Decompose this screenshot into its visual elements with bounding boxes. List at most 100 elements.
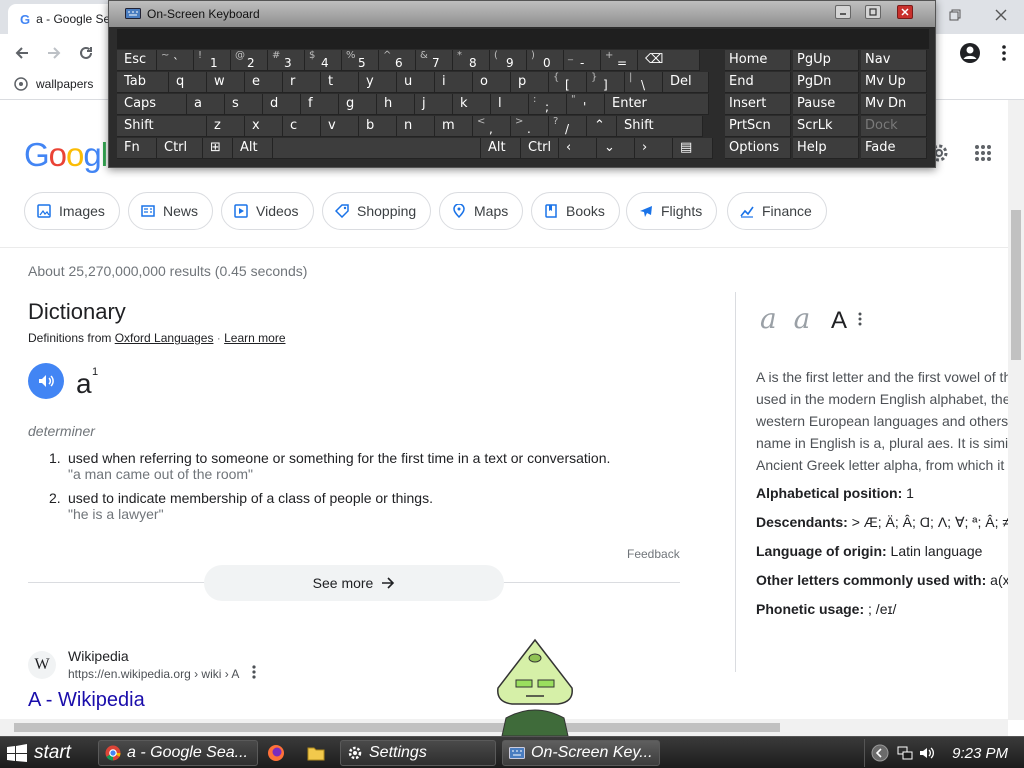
panel-options-button[interactable]: [858, 312, 862, 326]
fact-label[interactable]: Other letters commonly used with:: [756, 572, 986, 588]
volume-icon[interactable]: [919, 745, 935, 761]
close-window-button[interactable]: [978, 0, 1024, 30]
key-p[interactable]: p: [511, 72, 549, 93]
key-insert[interactable]: Insert: [725, 94, 791, 115]
chip-images[interactable]: Images: [24, 192, 120, 230]
key-x[interactable]: x: [245, 116, 283, 137]
key-ctrl[interactable]: Ctrl: [521, 138, 559, 159]
key-v[interactable]: v: [321, 116, 359, 137]
bookmark-wallpapers[interactable]: wallpapers: [14, 77, 93, 91]
key-[interactable]: ⊞: [203, 138, 233, 159]
key-2[interactable]: @2: [231, 50, 268, 71]
browser-menu-button[interactable]: [990, 39, 1018, 67]
chip-maps[interactable]: Maps: [439, 192, 524, 230]
key-m[interactable]: m: [435, 116, 473, 137]
key-pgup[interactable]: PgUp: [793, 50, 859, 71]
key-pgdn[interactable]: PgDn: [793, 72, 859, 93]
fact-value[interactable]: Latin language: [887, 543, 983, 559]
key-s[interactable]: s: [225, 94, 263, 115]
key-[interactable]: ~ `: [157, 50, 194, 71]
key-h[interactable]: h: [377, 94, 415, 115]
pronunciation-button[interactable]: [28, 363, 64, 399]
firefox-quicklaunch[interactable]: [265, 742, 287, 764]
key-[interactable]: ⌃: [587, 116, 617, 137]
learn-more-link[interactable]: Learn more: [224, 331, 285, 345]
key-6[interactable]: ^ 6: [379, 50, 416, 71]
result-options-button[interactable]: [252, 665, 256, 679]
restore-window-button[interactable]: [932, 0, 978, 30]
wikipedia-result-title[interactable]: A - Wikipedia: [28, 689, 145, 712]
key-[interactable]: ? /: [549, 116, 587, 137]
key-[interactable]: + =: [601, 50, 638, 71]
clock[interactable]: 9:23 PM: [952, 745, 1008, 762]
vertical-scrollbar[interactable]: [1008, 100, 1024, 720]
key-t[interactable]: t: [321, 72, 359, 93]
fact-label[interactable]: Phonetic usage:: [756, 601, 864, 617]
key-space[interactable]: [273, 138, 481, 159]
key-4[interactable]: $4: [305, 50, 342, 71]
start-button[interactable]: start: [0, 737, 96, 768]
key-g[interactable]: g: [339, 94, 377, 115]
google-apps-button[interactable]: [974, 144, 992, 162]
key-[interactable]: :;: [529, 94, 567, 115]
task-on-screen-keyboard[interactable]: On-Screen Key...: [502, 740, 660, 766]
key-1[interactable]: ! 1: [194, 50, 231, 71]
key-a[interactable]: a: [187, 94, 225, 115]
key-0[interactable]: ) 0: [527, 50, 564, 71]
key-shift[interactable]: Shift: [617, 116, 703, 137]
key-5[interactable]: % 5: [342, 50, 379, 71]
key-l[interactable]: l: [491, 94, 529, 115]
forward-button[interactable]: [40, 39, 68, 67]
key-8[interactable]: * 8: [453, 50, 490, 71]
key-9[interactable]: (9: [490, 50, 527, 71]
key-d[interactable]: d: [263, 94, 301, 115]
key-f[interactable]: f: [301, 94, 339, 115]
key-scrlk[interactable]: ScrLk: [793, 116, 859, 137]
chip-videos[interactable]: Videos: [221, 192, 314, 230]
key-mvup[interactable]: Mv Up: [861, 72, 927, 93]
key-b[interactable]: b: [359, 116, 397, 137]
desktop-mascot-character[interactable]: [490, 636, 580, 736]
key-o[interactable]: o: [473, 72, 511, 93]
key-[interactable]: <,: [473, 116, 511, 137]
chip-books[interactable]: Books: [531, 192, 620, 230]
key-e[interactable]: e: [245, 72, 283, 93]
key-[interactable]: | \: [625, 72, 663, 93]
key-help[interactable]: Help: [793, 138, 859, 159]
key-pause[interactable]: Pause: [793, 94, 859, 115]
osk-maximize-button[interactable]: [865, 5, 881, 19]
key-[interactable]: }]: [587, 72, 625, 93]
key-w[interactable]: w: [207, 72, 245, 93]
key-y[interactable]: y: [359, 72, 397, 93]
key-z[interactable]: z: [207, 116, 245, 137]
network-icon[interactable]: [897, 745, 913, 761]
key-[interactable]: {[: [549, 72, 587, 93]
wikipedia-site-name[interactable]: Wikipedia: [68, 648, 129, 664]
key-ctrl[interactable]: Ctrl: [157, 138, 203, 159]
key-enter[interactable]: Enter: [605, 94, 709, 115]
key-mvdn[interactable]: Mv Dn: [861, 94, 927, 115]
osk-close-button[interactable]: [897, 5, 913, 19]
key-shift[interactable]: Shift: [117, 116, 207, 137]
see-more-button[interactable]: See more: [204, 565, 504, 601]
key-[interactable]: _ -: [564, 50, 601, 71]
key-[interactable]: ›: [635, 138, 673, 159]
osk-minimize-button[interactable]: [835, 5, 851, 19]
key-fade[interactable]: Fade: [861, 138, 927, 159]
key-tab[interactable]: Tab: [117, 72, 169, 93]
key-alt[interactable]: Alt: [233, 138, 273, 159]
key-u[interactable]: u: [397, 72, 435, 93]
key-[interactable]: ▤: [673, 138, 713, 159]
key-[interactable]: >.: [511, 116, 549, 137]
fact-label[interactable]: Language of origin:: [756, 543, 887, 559]
reload-button[interactable]: [72, 39, 100, 67]
key-end[interactable]: End: [725, 72, 791, 93]
oxford-languages-link[interactable]: Oxford Languages: [115, 331, 214, 345]
chip-finance[interactable]: Finance: [727, 192, 827, 230]
scrollbar-thumb[interactable]: [14, 723, 780, 732]
feedback-link[interactable]: Feedback: [627, 547, 680, 561]
key-prtscn[interactable]: PrtScn: [725, 116, 791, 137]
chip-shopping[interactable]: Shopping: [322, 192, 432, 230]
key-k[interactable]: k: [453, 94, 491, 115]
key-n[interactable]: n: [397, 116, 435, 137]
